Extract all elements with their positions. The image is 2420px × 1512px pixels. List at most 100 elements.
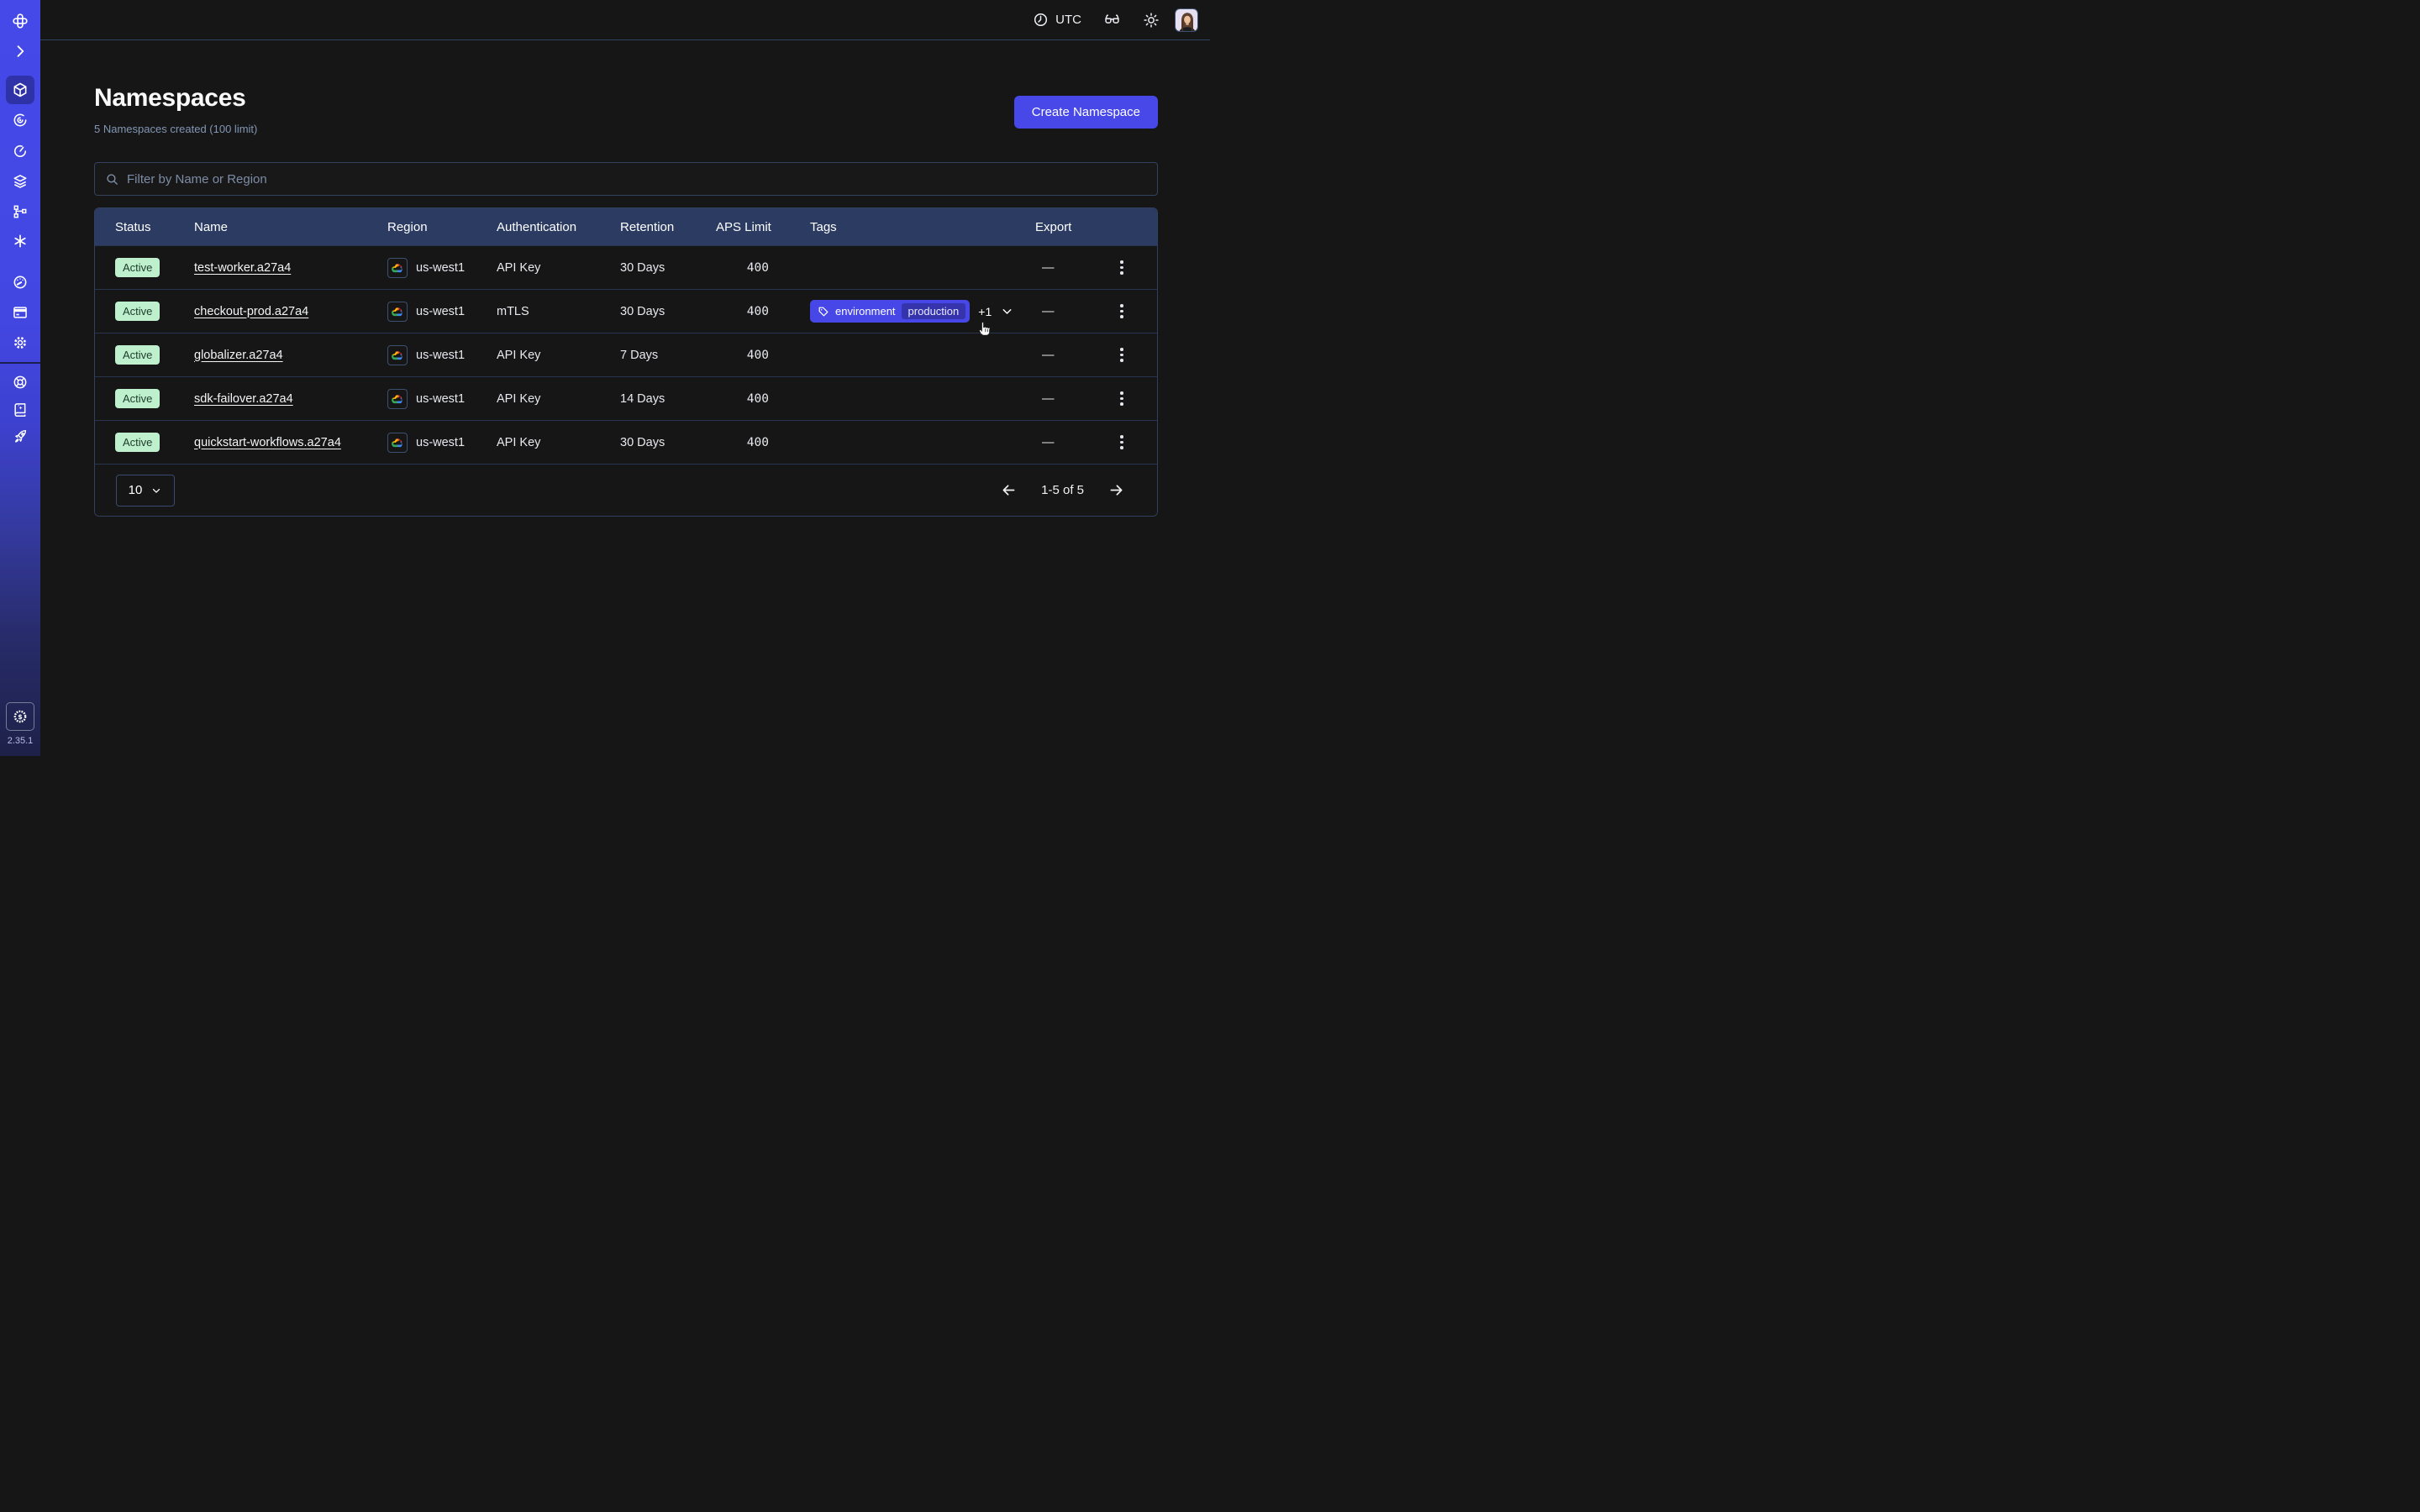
page-size-value: 10	[129, 483, 143, 497]
user-avatar[interactable]	[1175, 8, 1198, 32]
pagination-range: 1-5 of 5	[1041, 483, 1084, 497]
aps-limit-cell: 400	[716, 436, 810, 449]
region-label: us-west1	[416, 261, 465, 275]
page-size-select[interactable]: 10	[116, 475, 175, 507]
namespace-link[interactable]: test-worker.a27a4	[194, 261, 291, 275]
col-header-aps-limit: APS Limit	[716, 220, 810, 234]
auth-cell: API Key	[497, 392, 620, 406]
timezone-label: UTC	[1055, 13, 1081, 27]
sidebar: $ 2.35.1	[0, 0, 40, 756]
status-badge: Active	[115, 258, 160, 277]
pagination-bar: 10 1-5 of 5	[95, 464, 1157, 516]
topbar: UTC	[40, 0, 1210, 40]
col-header-name: Name	[194, 220, 387, 234]
retention-cell: 14 Days	[620, 392, 716, 406]
aps-limit-cell: 400	[716, 261, 810, 275]
export-cell: —	[1035, 305, 1086, 318]
auth-cell: API Key	[497, 436, 620, 449]
next-page-button[interactable]	[1107, 481, 1125, 499]
sidebar-divider	[0, 362, 40, 364]
col-header-authentication: Authentication	[497, 220, 620, 234]
status-badge: Active	[115, 302, 160, 321]
auth-cell: mTLS	[497, 305, 620, 318]
row-menu-button[interactable]	[1086, 435, 1157, 449]
sidebar-item-orbit-icon[interactable]	[12, 112, 29, 129]
sidebar-item-timer-icon[interactable]	[12, 143, 29, 160]
previous-page-button[interactable]	[1000, 481, 1018, 499]
region-label: us-west1	[416, 436, 465, 449]
timezone-selector[interactable]: UTC	[1033, 12, 1081, 28]
sidebar-item-support-lifebuoy-icon[interactable]	[12, 374, 29, 391]
table-row: Active globalizer.a27a4 us-west1 API Key…	[95, 333, 1157, 376]
sidebar-item-billing-card-icon[interactable]	[12, 304, 29, 321]
tag-more-count: +1	[978, 305, 992, 318]
export-cell: —	[1035, 261, 1086, 275]
tags-cell: environment production +1	[810, 300, 1035, 323]
export-cell: —	[1035, 436, 1086, 449]
col-header-region: Region	[387, 220, 497, 234]
chevron-down-icon	[150, 485, 162, 496]
auth-cell: API Key	[497, 349, 620, 362]
page-title: Namespaces	[94, 84, 245, 113]
region-label: us-west1	[416, 392, 465, 406]
export-cell: —	[1035, 392, 1086, 406]
retention-cell: 30 Days	[620, 261, 716, 275]
create-namespace-button[interactable]: Create Namespace	[1014, 96, 1158, 129]
status-badge: Active	[115, 433, 160, 452]
aps-limit-cell: 400	[716, 305, 810, 318]
gcp-cloud-icon	[387, 258, 408, 278]
retention-cell: 30 Days	[620, 436, 716, 449]
table-row: Active test-worker.a27a4 us-west1 API Ke…	[95, 245, 1157, 289]
gcp-cloud-icon	[387, 302, 408, 322]
sun-theme-toggle-icon[interactable]	[1143, 12, 1160, 29]
tag-key: environment	[835, 305, 896, 318]
namespace-link[interactable]: checkout-prod.a27a4	[194, 305, 308, 318]
aps-limit-cell: 400	[716, 392, 810, 406]
sidebar-item-namespaces[interactable]	[12, 81, 29, 98]
tags-expand-chevron-icon[interactable]	[1000, 304, 1014, 318]
namespaces-table: Status Name Region Authentication Retent…	[94, 207, 1158, 517]
search-icon	[105, 172, 119, 186]
sidebar-item-layers-icon[interactable]	[12, 173, 29, 190]
gcp-cloud-icon	[387, 389, 408, 409]
gcp-cloud-icon	[387, 345, 408, 365]
tag-icon	[818, 306, 829, 318]
row-menu-button[interactable]	[1086, 391, 1157, 406]
sidebar-item-asterisk-icon[interactable]	[12, 233, 29, 249]
svg-text:$: $	[18, 713, 23, 721]
col-header-retention: Retention	[620, 220, 716, 234]
page-subtitle: 5 Namespaces created (100 limit)	[94, 123, 257, 135]
aps-limit-cell: 400	[716, 349, 810, 362]
filter-bar	[94, 162, 1158, 196]
table-row: Active quickstart-workflows.a27a4 us-wes…	[95, 420, 1157, 464]
sidebar-item-branch-icon[interactable]	[12, 203, 29, 220]
tag-value: production	[902, 303, 966, 319]
sidebar-item-docs-book-icon[interactable]	[12, 402, 29, 418]
retention-cell: 7 Days	[620, 349, 716, 362]
row-menu-button[interactable]	[1086, 348, 1157, 362]
gcp-cloud-icon	[387, 433, 408, 453]
row-menu-button[interactable]	[1086, 304, 1157, 318]
glasses-icon[interactable]	[1103, 11, 1121, 29]
region-label: us-west1	[416, 305, 465, 318]
tag-pill[interactable]: environment production	[810, 300, 970, 323]
export-cell: —	[1035, 349, 1086, 362]
status-badge: Active	[115, 389, 160, 408]
namespace-link[interactable]: quickstart-workflows.a27a4	[194, 436, 341, 449]
sidebar-item-rocket-icon[interactable]	[12, 428, 29, 445]
clock-icon	[1033, 12, 1049, 28]
app-version: 2.35.1	[0, 736, 40, 746]
temporal-logo	[12, 13, 29, 29]
row-menu-button[interactable]	[1086, 260, 1157, 275]
table-header-row: Status Name Region Authentication Retent…	[95, 208, 1157, 245]
col-header-status: Status	[95, 220, 194, 234]
filter-input[interactable]	[127, 172, 1147, 186]
col-header-tags: Tags	[810, 220, 1035, 234]
credits-badge-button[interactable]: $	[6, 702, 34, 731]
sidebar-item-gauge-icon[interactable]	[12, 274, 29, 291]
namespace-link[interactable]: sdk-failover.a27a4	[194, 392, 293, 406]
sidebar-item-gear-icon[interactable]	[12, 334, 29, 351]
expand-sidebar-chevron-icon[interactable]	[12, 43, 29, 60]
namespace-link[interactable]: globalizer.a27a4	[194, 349, 283, 362]
region-label: us-west1	[416, 349, 465, 362]
